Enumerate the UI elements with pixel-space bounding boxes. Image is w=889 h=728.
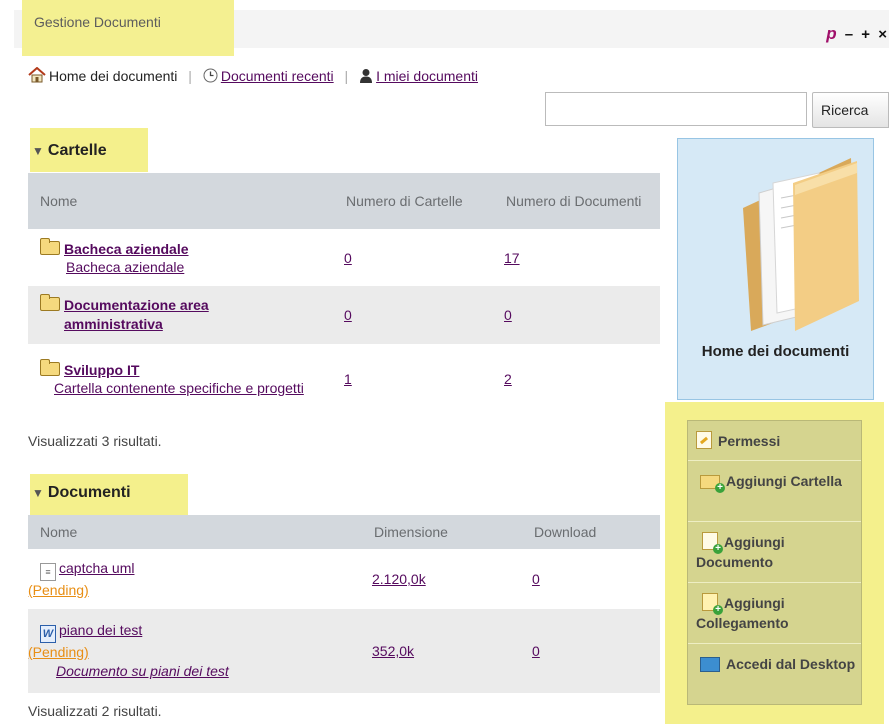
document-description-link[interactable]: Documento su piani dei test [56,663,229,679]
table-header-row: Nome Dimensione Download [28,515,660,549]
document-count-link[interactable]: 17 [504,250,520,266]
permissions-action[interactable]: Permessi [688,421,861,461]
actions-highlight: Permessi Aggiungi Cartella Aggiungi Docu… [665,402,884,724]
download-count-link[interactable]: 0 [532,643,540,659]
table-row: Wpiano dei test (Pending) Documento su p… [28,609,660,693]
folder-count-link[interactable]: 0 [344,307,352,323]
table-row: Bacheca aziendale Bacheca aziendale 0 17 [28,229,660,286]
portlet-title-highlight: Gestione Documenti [22,0,234,56]
column-header[interactable]: Nome [28,515,362,549]
folder-icon [40,359,60,376]
folder-description-link[interactable]: Cartella contenente specifiche e progett… [28,379,318,397]
permissions-icon [696,431,712,449]
add-document-icon [702,532,723,554]
document-count-link[interactable]: 2 [504,371,512,387]
collapse-triangle-icon: ▼ [32,144,44,158]
nav-separator: | [344,68,349,84]
folder-count-link[interactable]: 0 [344,250,352,266]
column-header[interactable]: Dimensione [362,515,522,549]
documents-table: Nome Dimensione Download ≡ captcha uml (P… [28,515,660,693]
document-name-link[interactable]: captcha uml [59,560,134,576]
current-folder-title: Home dei documenti [701,343,850,360]
folder-description-link[interactable]: Bacheca aziendale [66,259,184,275]
desktop-access-icon [700,657,720,672]
nav-separator: | [188,68,192,84]
documents-section-title[interactable]: ▼ Documenti [32,484,131,502]
add-shortcut-icon [702,593,723,615]
add-folder-action[interactable]: Aggiungi Cartella [688,461,861,522]
document-size-link[interactable]: 2.120,0k [372,571,426,587]
large-folder-icon [743,158,859,331]
document-count-link[interactable]: 0 [504,307,512,323]
portlet-title: Gestione Documenti [34,14,161,30]
document-nav: Home dei documenti | Documenti recenti |… [28,66,478,86]
maximize-button[interactable]: + [861,26,872,43]
folder-icon [40,294,60,311]
folder-name-link[interactable]: Sviluppo IT [64,362,139,378]
column-header[interactable]: Nome [28,173,334,229]
add-shortcut-action[interactable]: Aggiungi Collegamento [688,583,861,644]
documents-results-count: Visualizzati 2 risultati. [28,703,162,719]
folder-count-link[interactable]: 1 [344,371,352,387]
home-icon [28,66,46,86]
minimize-button[interactable]: – [845,26,855,43]
add-document-action[interactable]: Aggiungi Documento [688,522,861,583]
folders-results-count: Visualizzati 3 risultati. [28,433,162,449]
column-header[interactable]: Numero di Documenti [494,173,660,229]
user-icon [359,68,373,86]
search-input[interactable] [545,92,807,126]
nav-my-documents[interactable]: I miei documenti [376,68,478,84]
portlet-logo-icon: p [826,24,839,43]
search-button[interactable]: Ricerca [812,92,889,128]
text-file-icon: ≡ [40,562,56,581]
document-name-link[interactable]: piano dei test [59,622,142,638]
column-header[interactable]: Download [522,515,660,549]
download-count-link[interactable]: 0 [532,571,540,587]
clock-icon [203,68,218,86]
nav-home[interactable]: Home dei documenti [49,68,177,84]
desktop-access-action[interactable]: Accedi dal Desktop [688,644,861,706]
pending-status[interactable]: (Pending) [28,582,89,598]
folders-section-title[interactable]: ▼ Cartelle [32,142,107,160]
table-row: Documentazione area amministrativa 0 0 [28,286,660,344]
collapse-triangle-icon: ▼ [32,486,44,500]
folder-name-link[interactable]: Bacheca aziendale [64,241,189,257]
table-header-row: Nome Numero di Cartelle Numero di Docume… [28,173,660,229]
table-row: ≡ captcha uml (Pending) 2.120,0k 0 [28,549,660,609]
folder-icon [40,237,60,255]
add-folder-icon [700,475,725,493]
table-row: Sviluppo IT Cartella contenente specific… [28,344,660,414]
close-button[interactable]: × [878,26,889,43]
current-folder-panel: Home dei documenti [677,138,874,400]
actions-panel: Permessi Aggiungi Cartella Aggiungi Docu… [687,420,862,705]
folder-name-link[interactable]: Documentazione area amministrativa [64,296,294,334]
portlet-controls: p – + × [826,24,889,44]
document-size-link[interactable]: 352,0k [372,643,414,659]
folders-table: Nome Numero di Cartelle Numero di Docume… [28,173,660,414]
column-header[interactable]: Numero di Cartelle [334,173,494,229]
nav-recent-documents[interactable]: Documenti recenti [221,68,334,84]
word-file-icon: W [40,625,56,643]
pending-status[interactable]: (Pending) [28,644,89,660]
